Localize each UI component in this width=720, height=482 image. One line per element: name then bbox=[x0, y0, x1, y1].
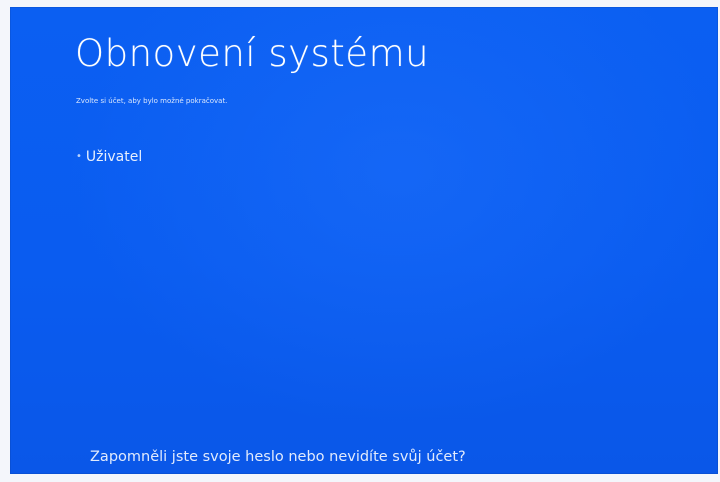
page-subtitle: Zvolte si účet, aby bylo možné pokračova… bbox=[76, 97, 228, 105]
forgot-password-link[interactable]: Zapomněli jste svoje heslo nebo nevidíte… bbox=[90, 450, 466, 465]
account-item-uzivatel[interactable]: • Uživatel bbox=[76, 150, 142, 164]
recovery-screen: Obnovení systému Zvolte si účet, aby byl… bbox=[10, 7, 718, 474]
account-label: Uživatel bbox=[85, 149, 143, 165]
page-title: Obnovení systému bbox=[75, 32, 430, 75]
monitor-frame: Obnovení systému Zvolte si účet, aby byl… bbox=[0, 0, 720, 482]
account-list: • Uživatel bbox=[76, 150, 142, 164]
bullet-icon: • bbox=[76, 151, 82, 162]
